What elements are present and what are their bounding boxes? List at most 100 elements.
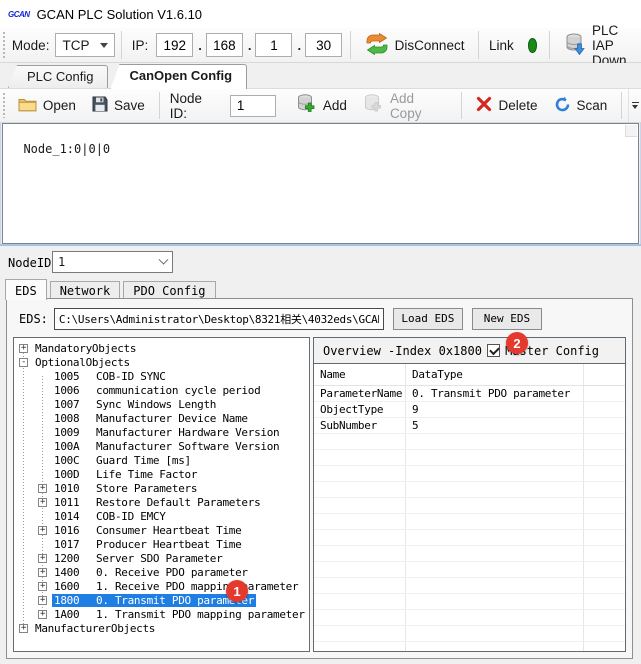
open-label: Open [43,98,76,113]
eds-path-row: EDS: Load EDS New EDS [13,307,626,330]
chevron-down-icon [100,43,108,48]
eds-path-input[interactable] [54,308,384,330]
tab-eds[interactable]: EDS [5,279,47,300]
scan-button[interactable]: Scan [546,92,616,120]
tree-item-optionalobjects[interactable]: -OptionalObjects [14,355,309,369]
tree-item-1009[interactable]: 1009Manufacturer Hardware Version [14,425,309,439]
tree-item-100d[interactable]: 100DLife Time Factor [14,467,309,481]
tree-item-1014[interactable]: 1014COB-ID EMCY [14,509,309,523]
tree-item-code: 1017 [54,538,96,551]
save-button[interactable]: Save [84,92,153,119]
expand-icon[interactable]: + [38,568,47,577]
main-tab-strip: PLC Config CanOpen Config [0,63,641,89]
tab-pdo-config[interactable]: PDO Config [123,281,215,299]
ip-octet-4[interactable] [305,33,342,57]
tree-item-label: Consumer Heartbeat Time [96,524,241,537]
object-dictionary-tree[interactable]: +MandatoryObjects -OptionalObjects 1005C… [13,337,310,652]
master-config-checkbox[interactable] [487,344,500,357]
add-button[interactable]: Add [288,90,355,121]
tree-item-1200[interactable]: +1200Server SDO Parameter [14,551,309,565]
collapse-icon[interactable]: - [19,358,28,367]
ip-octet-3[interactable] [255,33,292,57]
tree-item-code: 1010 [54,482,96,495]
window-title: GCAN PLC Solution V1.6.10 [37,7,202,22]
ip-octet-1[interactable] [156,33,193,57]
tree-item-1006[interactable]: 1006communication cycle period [14,383,309,397]
expand-icon[interactable]: + [38,610,47,619]
database-copy-icon [363,94,384,117]
step-badge-2: 2 [506,332,528,354]
nodeid-select[interactable]: 1 [52,251,173,273]
mode-select[interactable]: TCP [55,33,115,57]
expand-icon[interactable]: + [38,554,47,563]
add-copy-button[interactable]: Add Copy [355,87,456,125]
toolbar-gripper[interactable] [2,93,7,118]
table-row[interactable]: ObjectType 9 [314,402,625,418]
tree-item-1010[interactable]: +1010Store Parameters [14,481,309,495]
tree-item-1a00[interactable]: +1A001. Transmit PDO mapping parameter [14,607,309,621]
tree-item-1016[interactable]: +1016Consumer Heartbeat Time [14,523,309,537]
column-header-extra[interactable] [584,364,625,385]
column-header-datatype[interactable]: DataType [406,364,584,385]
tree-item-manufacturerobjects[interactable]: + ManufacturerObjects [14,621,309,635]
tree-item-label: Life Time Factor [96,468,197,481]
delete-button[interactable]: Delete [468,92,545,119]
expand-icon[interactable]: + [38,526,47,535]
log-text: Node_1:0|0|0 [23,142,110,156]
chevron-down-icon [159,254,169,264]
tab-plc-config[interactable]: PLC Config [8,65,108,88]
tree-item-label: Store Parameters [96,482,197,495]
parameter-table: Name DataType ParameterName 0. Transmit … [314,364,625,651]
expand-icon[interactable]: + [38,498,47,507]
toolbar-gripper[interactable] [2,32,5,58]
new-eds-button[interactable]: New EDS [472,308,542,330]
tree-item-100c[interactable]: 100CGuard Time [ms] [14,453,309,467]
tree-item-1017[interactable]: 1017Producer Heartbeat Time [14,537,309,551]
expand-icon[interactable]: + [19,344,28,353]
disconnect-icon [365,33,389,58]
expand-icon[interactable]: + [38,596,47,605]
expand-icon[interactable]: + [38,484,47,493]
column-header-name[interactable]: Name [314,364,406,385]
table-empty-row [314,594,625,610]
expand-icon[interactable]: + [38,582,47,591]
cell-extra [584,386,625,401]
tree-item-1400[interactable]: +14000. Receive PDO parameter [14,565,309,579]
tree-item-1011[interactable]: +1011Restore Default Parameters [14,495,309,509]
scan-refresh-icon [554,96,571,116]
table-row[interactable]: ParameterName 0. Transmit PDO parameter [314,386,625,402]
eds-path-label: EDS: [19,312,48,326]
master-config-control[interactable]: Master Config [487,344,599,358]
tree-item-code: 1200 [54,552,96,565]
overflow-bar [632,102,639,103]
tree-item-1600[interactable]: +16001. Receive PDO mapping parameter [14,579,309,593]
tree-item-1007[interactable]: 1007Sync Windows Length [14,397,309,411]
separator [478,31,479,59]
node-id-input[interactable] [230,95,276,117]
node-log-textarea[interactable]: Node_1:0|0|0 [2,123,639,244]
node-id-label: Node ID: [170,91,222,121]
tree-item-1008[interactable]: 1008Manufacturer Device Name [14,411,309,425]
overflow-chevron-icon [632,105,638,109]
cell-value: 0. Transmit PDO parameter [406,386,584,401]
toolbar-overflow-button[interactable] [628,89,641,122]
expand-icon[interactable]: + [19,624,28,633]
ip-octet-2[interactable] [206,33,243,57]
index-detail-panel: Overview -Index 0x1800 Master Config Nam… [313,337,626,652]
load-eds-button[interactable]: Load EDS [393,308,463,330]
tab-canopen-config[interactable]: CanOpen Config [110,64,247,89]
tree-item-100a[interactable]: 100AManufacturer Software Version [14,439,309,453]
open-button[interactable]: Open [10,93,84,119]
tree-item-1800-selected[interactable]: +18000. Transmit PDO parameter [14,593,309,607]
tree-item-label: ManufacturerObjects [35,622,155,635]
eds-group-box: EDS: Load EDS New EDS +MandatoryObjects … [6,298,633,659]
delete-label: Delete [498,98,537,113]
table-row[interactable]: SubNumber 5 [314,418,625,434]
link-status-indicator [528,38,538,53]
tab-network[interactable]: Network [50,281,121,299]
tree-item-mandatoryobjects[interactable]: +MandatoryObjects [14,341,309,355]
separator [121,31,122,59]
scrollbar-stub[interactable] [625,125,637,137]
disconnect-button[interactable]: DisConnect [357,29,473,62]
tree-item-1005[interactable]: 1005COB-ID SYNC [14,369,309,383]
